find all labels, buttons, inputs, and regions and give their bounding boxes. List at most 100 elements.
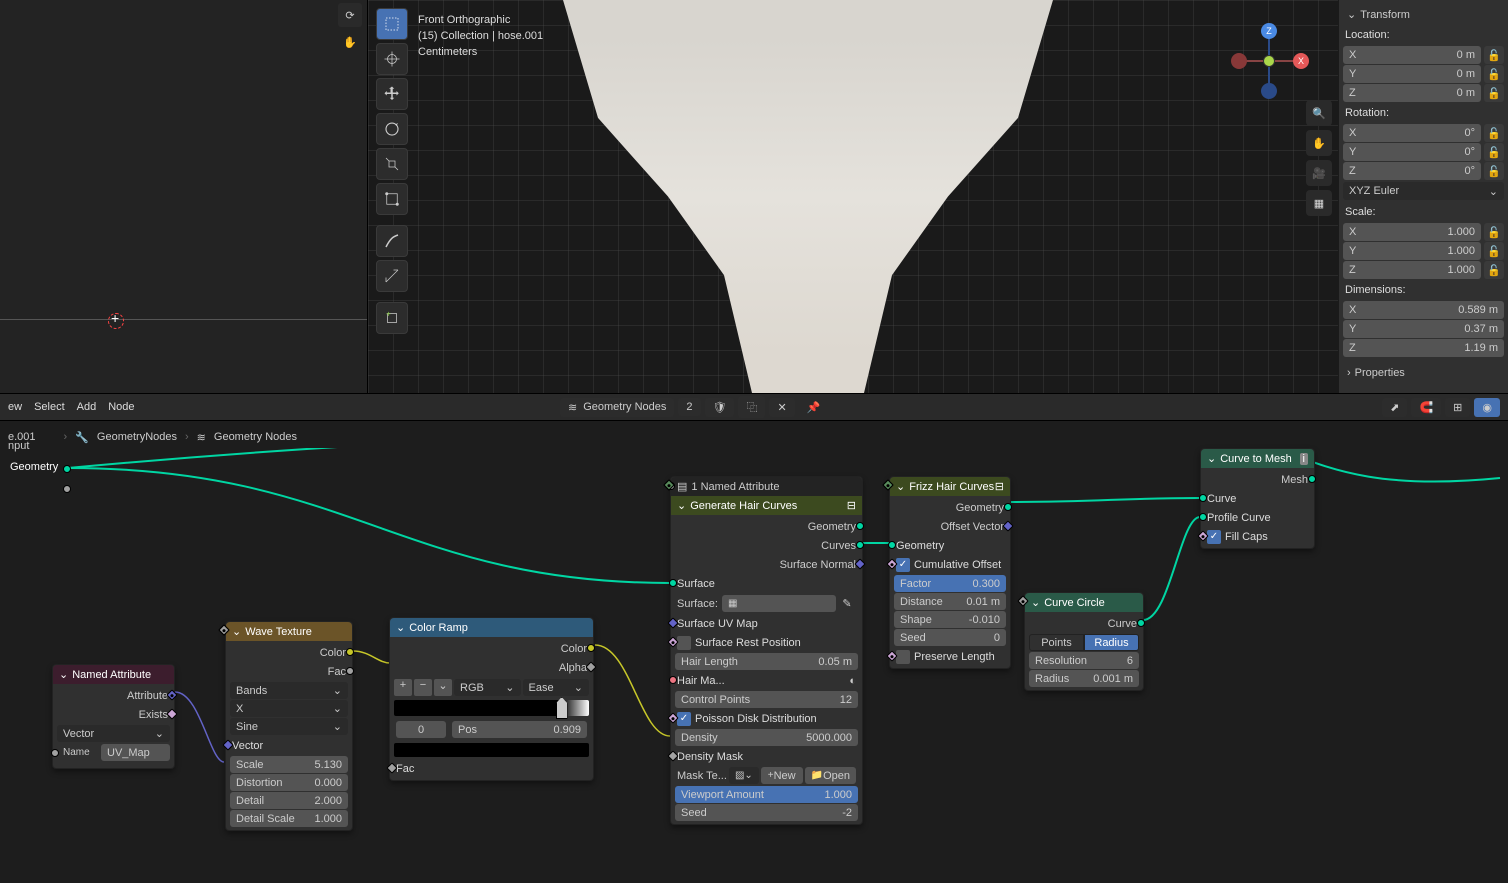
camera-icon[interactable]: 🎥 bbox=[1306, 160, 1332, 186]
density[interactable]: Density5000.000 bbox=[675, 729, 858, 746]
node-named-attribute[interactable]: ⌄Named Attribute Attribute Exists Vector… bbox=[52, 664, 175, 769]
node-title[interactable]: ⌄Curve Circle bbox=[1025, 593, 1143, 612]
eyedropper-icon[interactable]: ✎ bbox=[838, 597, 856, 610]
breadcrumb-mod[interactable]: GeometryNodes bbox=[97, 431, 177, 443]
xray-icon[interactable]: ◉ bbox=[1474, 398, 1500, 417]
lock-icon[interactable]: 🔓 bbox=[1484, 124, 1504, 142]
preserve-checkbox[interactable] bbox=[896, 650, 910, 664]
lock-icon[interactable]: 🔓 bbox=[1484, 46, 1504, 64]
nav-z[interactable]: Z bbox=[1261, 23, 1277, 39]
properties-panel-header[interactable]: › Properties bbox=[1343, 363, 1504, 383]
node-curve-to-mesh[interactable]: ⌄Curve to Meshi Mesh Curve Profile Curve… bbox=[1200, 448, 1315, 549]
group-edit-icon[interactable]: ⊟ bbox=[995, 480, 1004, 493]
circle-mode-points[interactable]: Points bbox=[1029, 634, 1084, 651]
transform-tool[interactable] bbox=[376, 183, 408, 215]
snap-icon[interactable]: 🧲 bbox=[1411, 398, 1441, 417]
socket-alpha[interactable] bbox=[585, 661, 596, 672]
material-icon[interactable]: ◐ bbox=[849, 675, 856, 687]
circle-radius[interactable]: Radius0.001 m bbox=[1029, 670, 1139, 687]
annotate-tool[interactable] bbox=[376, 225, 408, 257]
wave-distortion[interactable]: Distortion0.000 bbox=[230, 774, 348, 791]
menu-add[interactable]: Add bbox=[77, 401, 97, 413]
socket-curve[interactable] bbox=[1199, 494, 1207, 502]
socket-color[interactable] bbox=[346, 648, 354, 656]
cursor-tool[interactable] bbox=[376, 43, 408, 75]
ramp-menu-button[interactable]: ⌄ bbox=[434, 679, 452, 696]
socket-exists[interactable] bbox=[166, 708, 177, 719]
socket-normal[interactable] bbox=[854, 558, 865, 569]
ramp-handle[interactable] bbox=[556, 697, 568, 719]
fake-user-icon[interactable]: 🛡 bbox=[705, 398, 735, 417]
socket-fac[interactable] bbox=[346, 667, 354, 675]
overlay-icon[interactable]: ⊞ bbox=[1445, 398, 1470, 417]
cumulative-checkbox[interactable]: ✓ bbox=[896, 558, 910, 572]
breadcrumb-tree[interactable]: Geometry Nodes bbox=[214, 431, 297, 443]
node-title[interactable]: ⌄Named Attribute bbox=[53, 665, 174, 684]
named-attr-type[interactable]: Vector⌄ bbox=[57, 725, 170, 742]
node-tree-selector[interactable]: ≋ Geometry Nodes bbox=[560, 398, 674, 417]
gen-seed[interactable]: Seed-2 bbox=[675, 804, 858, 821]
node-title[interactable]: ⌄Curve to Meshi bbox=[1201, 449, 1314, 468]
group-edit-icon[interactable]: ⊟ bbox=[847, 499, 856, 512]
scale-y[interactable]: Y1.000 bbox=[1343, 242, 1481, 260]
viewport-3d[interactable]: Front Orthographic (15) Collection | hos… bbox=[368, 0, 1338, 393]
info-icon[interactable]: i bbox=[1300, 453, 1308, 465]
circle-resolution[interactable]: Resolution6 bbox=[1029, 652, 1139, 669]
add-tool[interactable]: + bbox=[376, 302, 408, 334]
node-tree-users[interactable]: 2 bbox=[678, 398, 700, 416]
nav-y[interactable] bbox=[1263, 55, 1275, 67]
wave-detail[interactable]: Detail2.000 bbox=[230, 792, 348, 809]
node-title[interactable]: ⌄Generate Hair Curves⊟ bbox=[671, 496, 862, 515]
nav-neg-z[interactable] bbox=[1261, 83, 1277, 99]
location-y[interactable]: Y0 m bbox=[1343, 65, 1481, 83]
socket-geometry-in[interactable] bbox=[888, 541, 896, 549]
lock-icon[interactable]: 🔓 bbox=[1484, 162, 1504, 180]
socket-hairmat[interactable] bbox=[669, 676, 677, 684]
wave-direction[interactable]: X⌄ bbox=[230, 700, 348, 717]
socket-name-in[interactable] bbox=[51, 749, 59, 757]
ramp-remove-button[interactable]: − bbox=[414, 679, 432, 696]
masktex-open[interactable]: 📁 Open bbox=[805, 767, 856, 784]
lock-icon[interactable]: 🔓 bbox=[1484, 65, 1504, 83]
reset-view-icon[interactable]: ⟳ bbox=[338, 3, 362, 27]
socket-curve[interactable] bbox=[1137, 619, 1145, 627]
poisson-checkbox[interactable]: ✓ bbox=[677, 712, 691, 726]
rotation-z[interactable]: Z0° bbox=[1343, 162, 1481, 180]
node-title[interactable]: ⌄Frizz Hair Curves⊟ bbox=[890, 477, 1010, 496]
node-frizz-hair-curves[interactable]: ⌄Frizz Hair Curves⊟ Geometry Offset Vect… bbox=[889, 476, 1011, 669]
wave-profile[interactable]: Sine⌄ bbox=[230, 718, 348, 735]
socket-mesh[interactable] bbox=[1308, 475, 1316, 483]
location-x[interactable]: X0 m bbox=[1343, 46, 1481, 64]
transform-panel-header[interactable]: ⌄ Transform bbox=[1343, 4, 1504, 25]
node-title[interactable]: ⌄Color Ramp bbox=[390, 618, 593, 637]
socket-attribute[interactable] bbox=[166, 689, 177, 700]
menu-node[interactable]: Node bbox=[108, 401, 134, 413]
node-color-ramp[interactable]: ⌄Color Ramp Color Alpha + − ⌄ RGB⌄ Ease⌄… bbox=[389, 617, 594, 781]
socket-geometry[interactable] bbox=[856, 522, 864, 530]
frizz-distance[interactable]: Distance0.01 m bbox=[894, 593, 1006, 610]
parent-icon[interactable]: ⬈ bbox=[1382, 398, 1407, 417]
socket-extend[interactable] bbox=[63, 485, 71, 493]
rotation-mode-dropdown[interactable]: XYZ Euler⌄ bbox=[1343, 182, 1504, 200]
dimensions-x[interactable]: X0.589 m bbox=[1343, 301, 1504, 319]
perspective-icon[interactable]: ▦ bbox=[1306, 190, 1332, 216]
node-title[interactable]: ⌄Wave Texture bbox=[226, 622, 352, 641]
ramp-stop-pos[interactable]: Pos0.909 bbox=[452, 721, 587, 738]
scale-z[interactable]: Z1.000 bbox=[1343, 261, 1481, 279]
measure-tool[interactable] bbox=[376, 260, 408, 292]
select-box-tool[interactable] bbox=[376, 8, 408, 40]
dimensions-y[interactable]: Y0.37 m bbox=[1343, 320, 1504, 338]
menu-view[interactable]: ew bbox=[8, 401, 22, 413]
pan-nav-icon[interactable]: ✋ bbox=[1306, 130, 1332, 156]
wave-scale[interactable]: Scale5.130 bbox=[230, 756, 348, 773]
nav-x[interactable]: X bbox=[1293, 53, 1309, 69]
ramp-gradient[interactable] bbox=[394, 700, 589, 716]
dimensions-z[interactable]: Z1.19 m bbox=[1343, 339, 1504, 357]
node-wave-texture[interactable]: ⌄Wave Texture Color Fac Bands⌄ X⌄ Sine⌄ … bbox=[225, 621, 353, 831]
socket-profile[interactable] bbox=[1199, 513, 1207, 521]
control-points[interactable]: Control Points12 bbox=[675, 691, 858, 708]
socket-color[interactable] bbox=[587, 644, 595, 652]
ramp-interpolation[interactable]: RGB⌄ bbox=[454, 679, 521, 696]
wave-detail-scale[interactable]: Detail Scale1.000 bbox=[230, 810, 348, 827]
node-canvas[interactable]: Geometry ⌄Named Attribute Attribute Exis… bbox=[0, 448, 1508, 883]
